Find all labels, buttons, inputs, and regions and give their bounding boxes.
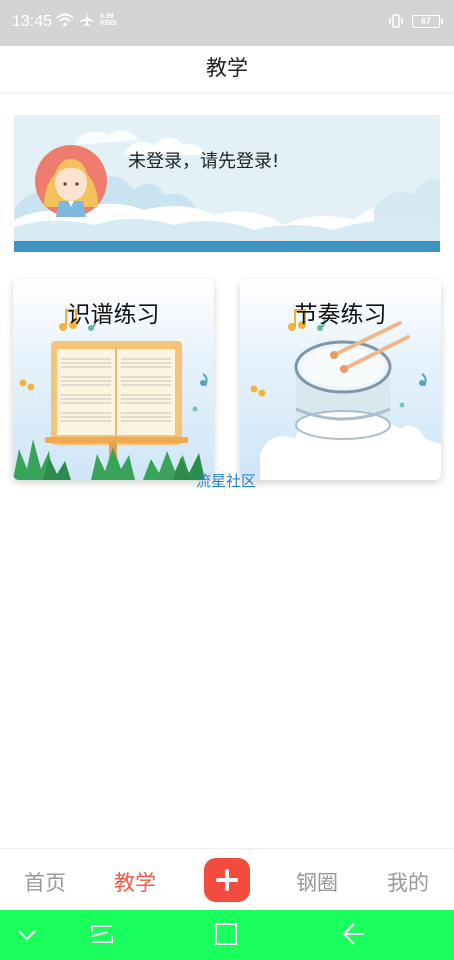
card-title: 节奏练习	[294, 302, 387, 328]
plus-icon[interactable]	[204, 858, 250, 902]
nav-item-mine[interactable]: 我的	[387, 867, 429, 897]
bottom-nav: 首页 教学 钢圈 我的	[0, 848, 454, 910]
chevron-down-icon[interactable]	[14, 910, 40, 960]
watermark-text: 流星社区	[196, 472, 257, 490]
net-speed-unit: KB/S	[100, 20, 117, 27]
status-bar: 13:45 5.99 KB/S 67	[0, 0, 454, 46]
nav-item-home[interactable]: 首页	[24, 867, 66, 897]
net-speed: 5.99 KB/S	[100, 13, 117, 27]
recent-apps-icon[interactable]	[88, 910, 116, 960]
sight-reading-practice-card[interactable]: 识谱练习	[13, 279, 214, 480]
login-prompt: 未登录，请先登录!	[128, 151, 280, 172]
status-time: 13:45	[12, 13, 53, 30]
rhythm-practice-card[interactable]: 节奏练习	[240, 279, 441, 480]
login-banner[interactable]: 未登录，请先登录!	[14, 115, 440, 252]
net-speed-value: 5.99	[100, 13, 114, 20]
back-arrow-icon[interactable]	[340, 910, 368, 960]
wifi-icon	[56, 13, 74, 27]
page-header: 教学	[0, 46, 454, 92]
battery-icon: 67	[412, 14, 443, 28]
home-square-icon[interactable]	[212, 910, 240, 960]
nav-item-teaching[interactable]: 教学	[114, 867, 156, 897]
status-icons-right: 67	[388, 14, 443, 28]
card-title: 识谱练习	[67, 302, 160, 328]
system-nav-bar	[0, 910, 454, 960]
airplane-icon	[80, 13, 94, 27]
avatar	[35, 145, 107, 217]
status-icons-left: 5.99 KB/S	[56, 13, 117, 27]
nav-item-circle[interactable]: 钢圈	[296, 867, 338, 897]
page-title: 教学	[206, 56, 248, 80]
banner-background	[14, 115, 440, 252]
vibrate-icon	[389, 14, 403, 28]
